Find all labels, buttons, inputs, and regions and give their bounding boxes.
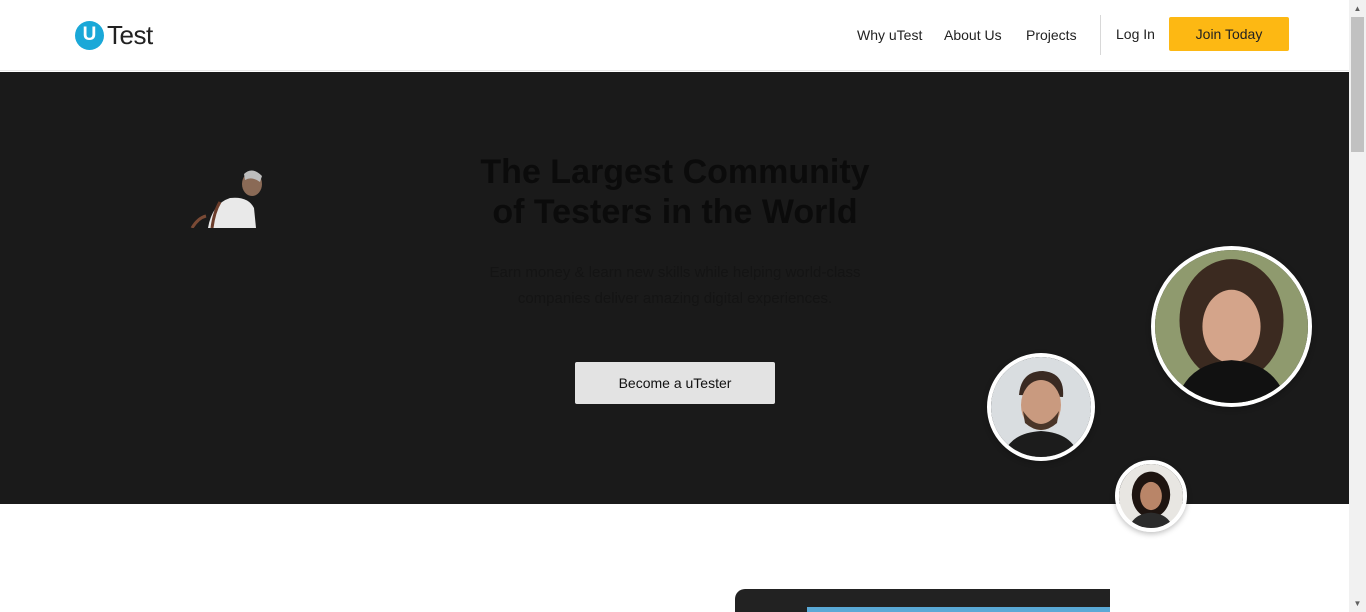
logo-mark-icon: U (75, 20, 104, 50)
tester-avatar-woman-curly-hair (1151, 246, 1312, 407)
hero-title: The Largest Community of Testers in the … (350, 152, 1000, 232)
avatar-photo-icon (1155, 250, 1308, 403)
hero-section: The Largest Community of Testers in the … (0, 72, 1349, 532)
tester-avatar-man-beard (987, 353, 1095, 461)
device-preview-image (735, 589, 1110, 612)
page: U Test Why uTest About Us Projects Log I… (0, 0, 1349, 612)
logo-text: Test (107, 19, 153, 50)
device-screen (807, 607, 1110, 612)
hero-subtitle: Earn money & learn new skills while help… (450, 260, 900, 312)
hero-title-line-1: The Largest Community (480, 153, 870, 191)
avatar-photo-icon (1119, 464, 1183, 528)
scroll-up-arrow-icon[interactable]: ▲ (1349, 0, 1366, 17)
utest-logo[interactable]: U Test (75, 20, 153, 50)
join-today-button[interactable]: Join Today (1169, 17, 1289, 51)
hero-subtitle-line-2: companies deliver amazing digital experi… (517, 290, 833, 307)
nav-projects[interactable]: Projects (1026, 27, 1077, 43)
nav-why-utest[interactable]: Why uTest (857, 27, 922, 43)
scroll-down-arrow-icon[interactable]: ▼ (1349, 595, 1366, 612)
avatar-photo-icon (991, 357, 1091, 457)
site-header: U Test Why uTest About Us Projects Log I… (0, 0, 1349, 71)
login-link[interactable]: Log In (1116, 26, 1155, 42)
become-utester-button[interactable]: Become a uTester (575, 362, 775, 404)
person-walking-image (190, 170, 262, 228)
hero-title-line-2: of Testers in the World (492, 193, 858, 231)
tester-avatar-woman-dark-hair (1115, 460, 1187, 532)
hero-subtitle-line-1: Earn money & learn new skills while help… (489, 264, 861, 281)
vertical-scrollbar[interactable]: ▲ ▼ (1349, 0, 1366, 612)
nav-divider (1100, 15, 1101, 55)
nav-about-us[interactable]: About Us (944, 27, 1002, 43)
scrollbar-thumb[interactable] (1351, 17, 1364, 152)
